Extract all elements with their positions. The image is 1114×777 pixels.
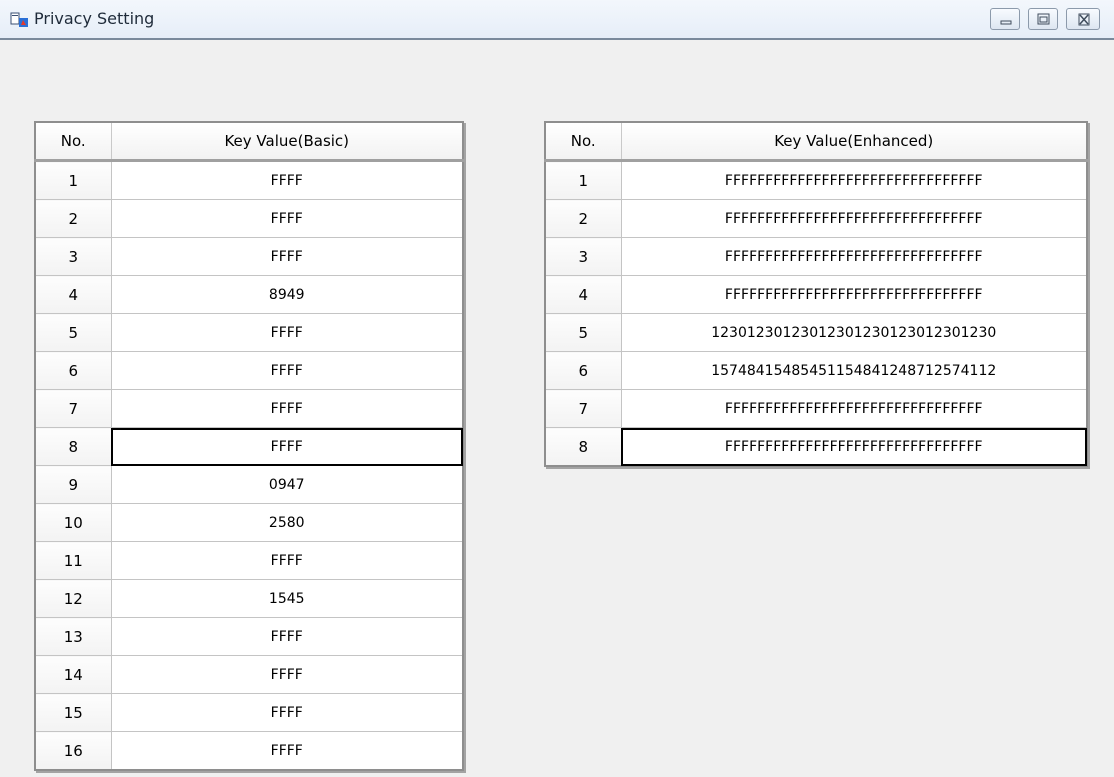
maximize-button[interactable] xyxy=(1028,8,1058,30)
table-row[interactable]: 13 FFFF xyxy=(35,617,464,656)
table-row[interactable]: 14 FFFF xyxy=(35,655,464,694)
row-number-cell[interactable]: 8 xyxy=(35,427,112,466)
row-number-cell[interactable]: 5 xyxy=(35,313,112,352)
minimize-button[interactable] xyxy=(990,8,1020,30)
row-number-cell[interactable]: 7 xyxy=(545,389,622,428)
key-value-cell[interactable]: FFFF xyxy=(111,731,464,770)
table-header-row: No. Key Value(Enhanced) xyxy=(545,122,1088,162)
table-row[interactable]: 8 FFFFFFFFFFFFFFFFFFFFFFFFFFFFFFFF xyxy=(545,427,1088,466)
table-row[interactable]: 4 FFFFFFFFFFFFFFFFFFFFFFFFFFFFFFFF xyxy=(545,275,1088,314)
key-value-cell[interactable]: FFFF xyxy=(111,199,464,238)
key-value-cell[interactable]: FFFFFFFFFFFFFFFFFFFFFFFFFFFFFFFF xyxy=(621,389,1088,428)
row-number-cell[interactable]: 11 xyxy=(35,541,112,580)
table-row[interactable]: 15 FFFF xyxy=(35,693,464,732)
table-row[interactable]: 2 FFFFFFFFFFFFFFFFFFFFFFFFFFFFFFFF xyxy=(545,199,1088,238)
row-number-cell[interactable]: 12 xyxy=(35,579,112,618)
table-row[interactable]: 10 2580 xyxy=(35,503,464,542)
table-row[interactable]: 5 FFFF xyxy=(35,313,464,352)
key-value-cell[interactable]: 12301230123012301230123012301230 xyxy=(621,313,1088,352)
table-row[interactable]: 5 12301230123012301230123012301230 xyxy=(545,313,1088,352)
column-header-key-value-enhanced[interactable]: Key Value(Enhanced) xyxy=(621,122,1088,162)
table-row[interactable]: 1 FFFF xyxy=(35,160,464,200)
table-row[interactable]: 8 FFFF xyxy=(35,427,464,466)
row-number-cell[interactable]: 6 xyxy=(545,351,622,390)
row-number-cell[interactable]: 16 xyxy=(35,731,112,770)
maximize-icon xyxy=(1037,13,1050,25)
row-number-cell[interactable]: 15 xyxy=(35,693,112,732)
row-number-cell[interactable]: 3 xyxy=(545,237,622,276)
row-number-cell[interactable]: 7 xyxy=(35,389,112,428)
key-value-cell[interactable]: FFFF xyxy=(111,617,464,656)
key-value-cell[interactable]: FFFFFFFFFFFFFFFFFFFFFFFFFFFFFFFF xyxy=(621,199,1088,238)
row-number-cell[interactable]: 2 xyxy=(545,199,622,238)
table-row[interactable]: 3 FFFF xyxy=(35,237,464,276)
key-value-cell[interactable]: FFFF xyxy=(111,693,464,732)
key-value-cell[interactable]: FFFFFFFFFFFFFFFFFFFFFFFFFFFFFFFF xyxy=(621,160,1088,200)
row-number-cell[interactable]: 14 xyxy=(35,655,112,694)
enhanced-key-table: No. Key Value(Enhanced) 1 FFFFFFFFFFFFFFF… xyxy=(544,121,1088,467)
table-row[interactable]: 7 FFFFFFFFFFFFFFFFFFFFFFFFFFFFFFFF xyxy=(545,389,1088,428)
key-value-cell[interactable]: 15748415485451154841248712574112 xyxy=(621,351,1088,390)
row-number-cell[interactable]: 13 xyxy=(35,617,112,656)
key-value-cell[interactable]: 0947 xyxy=(111,465,464,504)
table-row[interactable]: 6 FFFF xyxy=(35,351,464,390)
window-title: Privacy Setting xyxy=(34,9,155,28)
basic-key-table: No. Key Value(Basic) 1 FFFF 2 FFFF 3 FFFF 4 894… xyxy=(34,121,464,771)
privacy-setting-window: Privacy Setting No. Key Value(Basic) 1 F… xyxy=(0,0,1114,777)
column-header-key-value-basic[interactable]: Key Value(Basic) xyxy=(111,122,464,162)
key-value-cell[interactable]: FFFFFFFFFFFFFFFFFFFFFFFFFFFFFFFF xyxy=(621,237,1088,276)
minimize-icon xyxy=(1000,20,1012,25)
row-number-cell[interactable]: 4 xyxy=(35,275,112,314)
key-value-cell[interactable]: FFFF xyxy=(111,313,464,352)
key-value-cell[interactable]: FFFF xyxy=(111,541,464,580)
table-row[interactable]: 11 FFFF xyxy=(35,541,464,580)
row-number-cell[interactable]: 9 xyxy=(35,465,112,504)
table-row[interactable]: 6 15748415485451154841248712574112 xyxy=(545,351,1088,390)
table-row[interactable]: 1 FFFFFFFFFFFFFFFFFFFFFFFFFFFFFFFF xyxy=(545,160,1088,200)
table-row[interactable]: 12 1545 xyxy=(35,579,464,618)
key-value-cell[interactable]: FFFF xyxy=(111,655,464,694)
table-row[interactable]: 2 FFFF xyxy=(35,199,464,238)
row-number-cell[interactable]: 2 xyxy=(35,199,112,238)
key-value-cell[interactable]: FFFF xyxy=(111,427,464,466)
row-number-cell[interactable]: 10 xyxy=(35,503,112,542)
row-number-cell[interactable]: 1 xyxy=(545,160,622,200)
close-button[interactable] xyxy=(1066,8,1100,30)
key-value-cell[interactable]: 8949 xyxy=(111,275,464,314)
key-value-cell[interactable]: 1545 xyxy=(111,579,464,618)
key-value-cell[interactable]: FFFFFFFFFFFFFFFFFFFFFFFFFFFFFFFF xyxy=(621,275,1088,314)
key-value-cell[interactable]: FFFFFFFFFFFFFFFFFFFFFFFFFFFFFFFF xyxy=(621,427,1088,466)
row-number-cell[interactable]: 4 xyxy=(545,275,622,314)
key-value-cell[interactable]: FFFF xyxy=(111,351,464,390)
row-number-cell[interactable]: 8 xyxy=(545,427,622,466)
close-icon xyxy=(1078,13,1090,26)
column-header-no[interactable]: No. xyxy=(35,122,112,162)
row-number-cell[interactable]: 1 xyxy=(35,160,112,200)
table-row[interactable]: 9 0947 xyxy=(35,465,464,504)
key-value-cell[interactable]: FFFF xyxy=(111,389,464,428)
app-icon xyxy=(10,12,30,28)
key-value-cell[interactable]: FFFF xyxy=(111,160,464,200)
table-row[interactable]: 4 8949 xyxy=(35,275,464,314)
table-row[interactable]: 16 FFFF xyxy=(35,731,464,770)
title-bar[interactable]: Privacy Setting xyxy=(0,0,1114,40)
key-value-cell[interactable]: FFFF xyxy=(111,237,464,276)
table-header-row: No. Key Value(Basic) xyxy=(35,122,464,162)
table-row[interactable]: 7 FFFF xyxy=(35,389,464,428)
row-number-cell[interactable]: 6 xyxy=(35,351,112,390)
key-value-cell[interactable]: 2580 xyxy=(111,503,464,542)
row-number-cell[interactable]: 3 xyxy=(35,237,112,276)
table-row[interactable]: 3 FFFFFFFFFFFFFFFFFFFFFFFFFFFFFFFF xyxy=(545,237,1088,276)
row-number-cell[interactable]: 5 xyxy=(545,313,622,352)
column-header-no[interactable]: No. xyxy=(545,122,622,162)
